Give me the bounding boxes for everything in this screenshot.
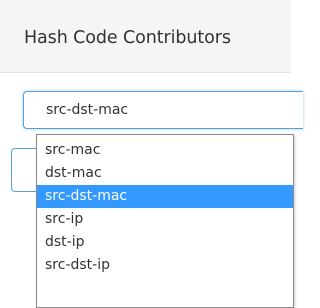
- hash-code-contributors-select[interactable]: src-dst-mac: [23, 91, 303, 129]
- select-dropdown-list[interactable]: src-mac dst-mac src-dst-mac src-ip dst-i…: [36, 134, 294, 308]
- option-src-dst-ip[interactable]: src-dst-ip: [37, 254, 293, 277]
- option-dst-ip[interactable]: dst-ip: [37, 231, 293, 254]
- option-src-ip[interactable]: src-ip: [37, 208, 293, 231]
- select-current-value: src-dst-mac: [46, 102, 129, 118]
- panel-header: Hash Code Contributors: [0, 0, 291, 73]
- panel-title: Hash Code Contributors: [24, 28, 231, 48]
- option-src-dst-mac[interactable]: src-dst-mac: [37, 185, 293, 208]
- option-src-mac[interactable]: src-mac: [37, 139, 293, 162]
- option-dst-mac[interactable]: dst-mac: [37, 162, 293, 185]
